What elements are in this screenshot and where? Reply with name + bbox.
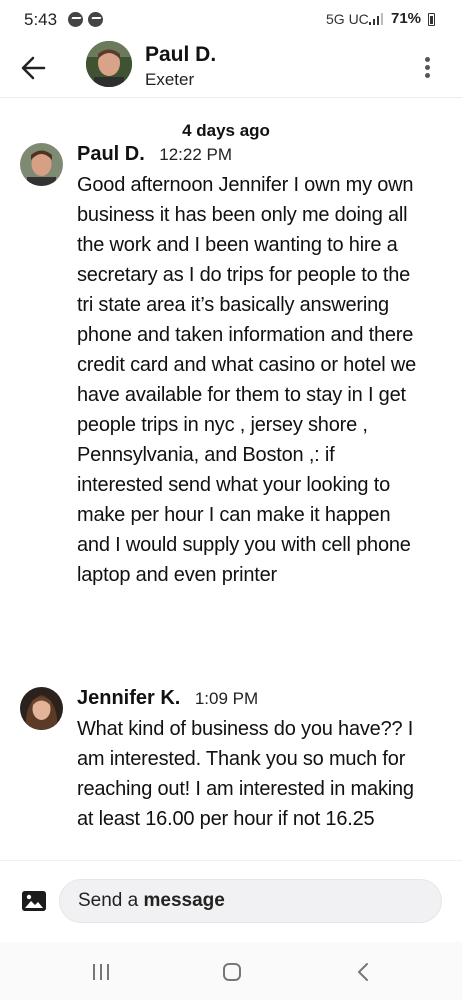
- avatar-image: [20, 143, 63, 186]
- message-header: Jennifer K. 1:09 PM: [77, 687, 258, 710]
- message-list[interactable]: 4 days ago Paul D. 12:22 PM Good afterno…: [0, 99, 462, 859]
- sender-avatar[interactable]: [20, 687, 63, 730]
- battery-icon: [428, 13, 435, 26]
- input-placeholder-bold: message: [143, 890, 225, 911]
- recent-apps-button[interactable]: [93, 964, 113, 980]
- sender-name: Paul D.: [77, 143, 145, 165]
- sender-name: Jennifer K.: [77, 687, 181, 709]
- messenger-notification-icon: [68, 12, 83, 27]
- input-placeholder-prefix: Send a: [78, 890, 144, 911]
- system-nav-bar: [0, 942, 462, 1000]
- date-separator: 4 days ago: [182, 121, 270, 140]
- image-button[interactable]: [22, 891, 46, 911]
- avatar-image: [86, 41, 132, 87]
- status-time: 5:43: [24, 10, 58, 29]
- nav-back-button[interactable]: [354, 962, 374, 982]
- message-text: Good afternoon Jennifer I own my own bus…: [77, 174, 417, 586]
- home-button[interactable]: [223, 963, 241, 981]
- more-options-icon: [425, 57, 430, 62]
- network-indicator: 5G UC: [326, 11, 369, 27]
- conversation-header: Paul D. Exeter: [0, 40, 462, 98]
- image-icon: [22, 891, 46, 911]
- signal-icon: [369, 13, 385, 25]
- message-time: 1:09 PM: [194, 689, 259, 708]
- message-time: 12:22 PM: [159, 145, 233, 164]
- message-text: What kind of business do you have?? I am…: [77, 718, 414, 830]
- recent-apps-icon: [93, 964, 95, 980]
- status-bar: 5:43 5G UC 71%: [0, 0, 462, 40]
- more-options-button[interactable]: [418, 54, 438, 82]
- back-button[interactable]: [16, 50, 52, 86]
- avatar-image: [20, 687, 63, 730]
- message-composer: Send a message: [0, 860, 462, 942]
- sender-avatar[interactable]: [20, 143, 63, 186]
- messenger-notification-icon: [88, 12, 103, 27]
- contact-location: Exeter: [145, 70, 195, 89]
- avatar[interactable]: [86, 41, 132, 87]
- contact-name[interactable]: Paul D.: [145, 43, 216, 67]
- back-arrow-icon: [21, 56, 46, 80]
- nav-back-icon: [358, 963, 368, 981]
- message-header: Paul D. 12:22 PM: [77, 143, 232, 166]
- message-input[interactable]: Send a message: [59, 879, 442, 923]
- battery-level: 71%: [391, 10, 422, 27]
